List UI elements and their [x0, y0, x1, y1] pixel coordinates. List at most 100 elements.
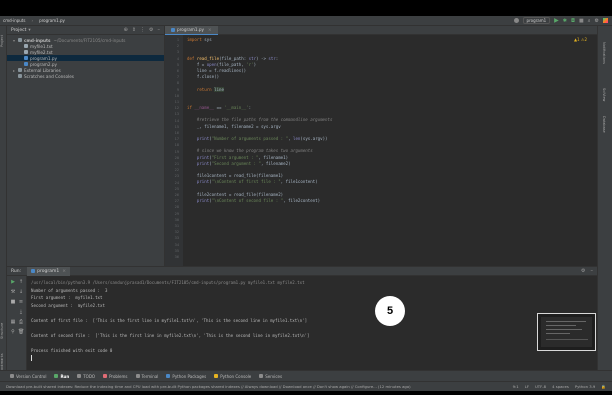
scratch-icon	[18, 74, 22, 78]
project-panel-title[interactable]: Project	[11, 28, 26, 33]
tool-window-icon	[166, 374, 171, 378]
toolbar-right: program1 ▶ ✱ ◘ ■ ⌕ ⚙	[513, 17, 612, 24]
console-cursor[interactable]	[31, 354, 310, 362]
screen-thumbnail	[537, 313, 596, 351]
status-bar: Download pre-built shared indexes: Reduc…	[0, 381, 612, 391]
layout-icon[interactable]: ▦	[10, 319, 16, 325]
stop-icon[interactable]: ■	[10, 299, 16, 305]
console-line: Process finished with exit code 0	[31, 347, 113, 353]
run-config-selector[interactable]: program1	[522, 17, 551, 24]
run-tab-program1[interactable]: program1 ×	[27, 266, 71, 276]
arrow-up-icon[interactable]: ↑	[18, 279, 24, 285]
tool-window-icon	[135, 374, 140, 378]
right-tool-strip: Notifications SciView Database	[597, 26, 612, 381]
bottom-tab-problems[interactable]: Problems	[103, 373, 128, 379]
python-interpreter[interactable]: Python 3.9	[575, 384, 595, 389]
breadcrumb-file[interactable]: program1.py	[36, 18, 68, 23]
settings-icon[interactable]: ⚙	[595, 18, 599, 24]
tool-window-icon	[77, 374, 82, 378]
breadcrumb-project[interactable]: cmd-inputs	[0, 18, 28, 23]
gear-icon[interactable]: ⚙	[149, 27, 153, 33]
console-line: First argument : myfile1.txt	[31, 295, 103, 300]
inspection-status-badge[interactable]: ▲1 ⚠2	[574, 37, 587, 42]
left-tool-strip: Project Structure Bookmarks	[0, 26, 7, 381]
bottom-tab-label: Problems	[109, 373, 128, 379]
collapse-icon[interactable]: ⇕	[132, 27, 136, 33]
bottom-tab-label: TODO	[83, 373, 96, 379]
bottom-tab-label: Python Packages	[172, 373, 207, 379]
tool-tab-project[interactable]: Project	[0, 28, 7, 54]
chevron-down-icon[interactable]: ▾	[28, 28, 30, 33]
bottom-tab-python-packages[interactable]: Python Packages	[166, 374, 206, 379]
tool-tab-notifications[interactable]: Notifications	[602, 42, 606, 64]
code-area[interactable]: import sys def read_file(file_path: str)…	[187, 37, 332, 204]
gear-icon[interactable]: ⚙	[581, 268, 585, 274]
folder-icon	[18, 38, 22, 42]
bottom-tab-label: Services	[265, 373, 283, 379]
python-file-icon	[171, 27, 175, 32]
bottom-tab-terminal[interactable]: Terminal	[135, 374, 158, 379]
run-toolbar: ▶ ↑ ⚒ ↓ ■ ≡ ⤓ ▦ ⎙ ⚲ 🗑	[7, 276, 27, 371]
project-tree-item[interactable]: Scratches and Consoles	[7, 73, 164, 79]
jetbrains-logo-icon[interactable]	[603, 18, 608, 23]
rerun-icon[interactable]: ▶	[10, 279, 16, 285]
editor: program1.py × 1 2 3 4 5 6 7 8 9 10 11 12 13 14 15 16 17 1…	[165, 25, 597, 266]
project-tree-item-label: program2.py	[30, 61, 58, 67]
tool-window-icon	[54, 374, 59, 378]
soft-wrap-icon[interactable]: ≡	[18, 299, 24, 305]
close-icon[interactable]: ×	[208, 27, 212, 32]
project-tree-item-label: External Libraries	[24, 67, 61, 73]
line-number: 36	[174, 255, 179, 259]
tool-tab-sciview[interactable]: SciView	[602, 88, 606, 101]
lock-icon[interactable]: 🔒	[601, 384, 606, 389]
indent-setting[interactable]: 4 spaces	[552, 384, 569, 389]
bottom-tab-python-console[interactable]: Python Console	[214, 374, 251, 379]
trash-icon[interactable]: 🗑	[18, 329, 24, 335]
caret-position[interactable]: 9:1	[513, 384, 519, 389]
stop-icon[interactable]: ■	[579, 18, 584, 24]
tool-window-icon	[214, 374, 219, 378]
console-output[interactable]: /usr/local/bin/python3.9 /Users/sandunjp…	[31, 279, 310, 362]
bottom-tab-todo[interactable]: TODO	[77, 374, 95, 379]
locate-icon[interactable]: ⊕	[124, 27, 128, 33]
editor-tab-program1[interactable]: program1.py ×	[165, 25, 218, 35]
tool-tab-database[interactable]: Database	[602, 116, 606, 133]
file-encoding[interactable]: UTF-8	[535, 384, 546, 389]
print-icon[interactable]: ⎙	[18, 319, 24, 325]
run-tab-label: program1	[37, 268, 60, 274]
debug-icon[interactable]: ✱	[563, 18, 567, 24]
ide-window: cmd-inputs › program1.py program1 ▶ ✱ ◘ …	[0, 16, 612, 391]
project-tree-item-label: myfile2.txt	[30, 49, 53, 55]
status-message[interactable]: Download pre-built shared indexes: Reduc…	[6, 384, 411, 389]
close-icon[interactable]: ×	[62, 269, 66, 274]
tool-window-icon	[10, 374, 14, 378]
bottom-tab-version-control[interactable]: Version Control	[10, 374, 46, 379]
project-tree: ▾ cmd-inputs ~/Documents/FIT2105/cmd-input…	[7, 35, 164, 79]
coverage-icon[interactable]: ◘	[571, 18, 575, 24]
thumbnail-content	[541, 317, 592, 347]
code-line: print("\nContent of second file : ", fil…	[196, 197, 321, 203]
bottom-tab-services[interactable]: Services	[259, 374, 282, 379]
line-separator[interactable]: LF	[525, 384, 529, 389]
console-line: Number of arguments passed : 3	[31, 287, 108, 293]
console-line: Content of second file : ['This is the f…	[31, 332, 310, 338]
pin-icon[interactable]: ⚲	[10, 329, 16, 335]
breadcrumb-separator: ›	[31, 18, 34, 23]
search-icon[interactable]: ⌕	[588, 18, 591, 24]
bottom-tool-tabs: Version Control Run TODO Problems Terminal Py…	[0, 370, 612, 381]
arrow-down-icon[interactable]: ↓	[18, 289, 24, 295]
scroll-to-end-icon[interactable]: ⤓	[18, 309, 24, 315]
run-panel-header: Run: program1 × ⚙ –	[7, 266, 597, 276]
tool-tab-structure[interactable]: Structure	[0, 316, 7, 346]
hide-icon[interactable]: –	[158, 27, 161, 33]
run-panel: Run: program1 × ⚙ – ▶ ↑ ⚒ ↓ ■ ≡ ⤓ ▦ ⎙ ⚲ …	[7, 266, 597, 371]
run-icon[interactable]: ▶	[554, 17, 559, 24]
user-icon[interactable]	[513, 18, 519, 23]
text-file-icon	[24, 44, 28, 48]
options-icon[interactable]: ⋮	[140, 27, 145, 33]
hide-icon[interactable]: –	[591, 268, 594, 274]
wrench-icon[interactable]: ⚒	[10, 289, 16, 295]
bottom-tab-run[interactable]: Run	[54, 374, 69, 379]
console-line: Second argument : myfile2.txt	[31, 302, 105, 308]
